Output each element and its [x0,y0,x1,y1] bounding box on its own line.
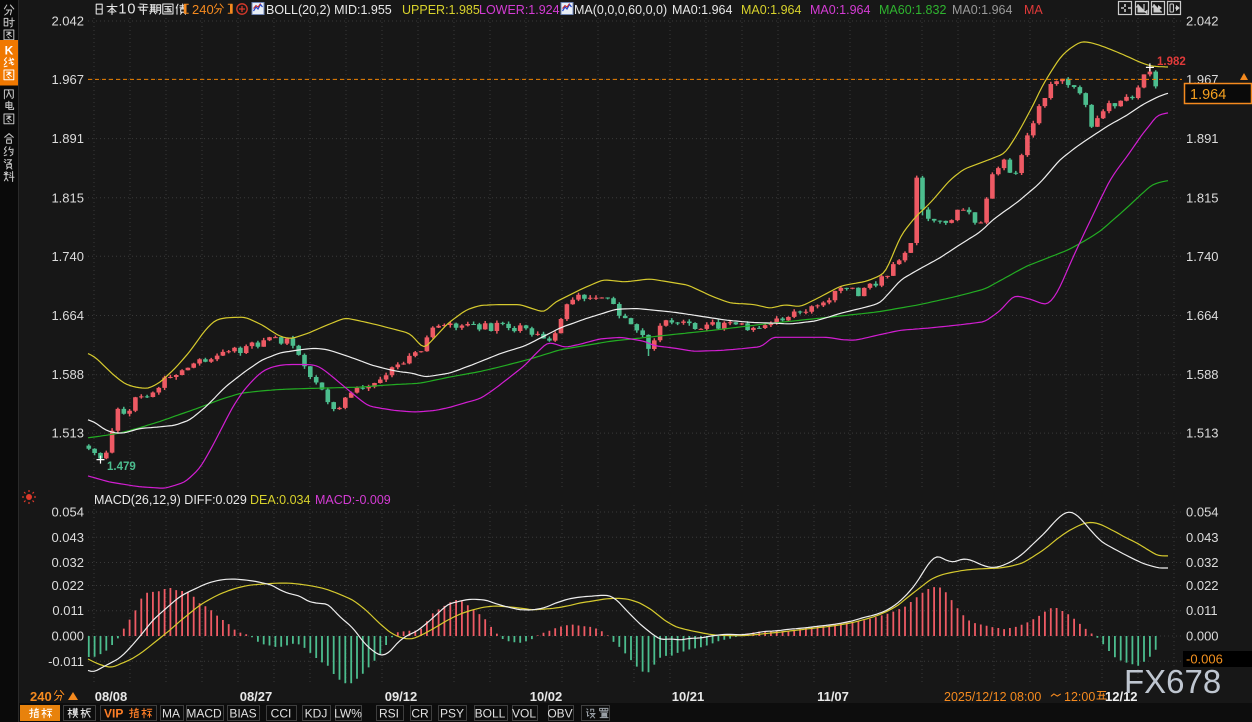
svg-text:MA0:1.964: MA0:1.964 [672,3,733,17]
svg-text:VIP: VIP [104,707,123,721]
svg-text:LOWER:1.924: LOWER:1.924 [479,3,560,17]
svg-text:09/12: 09/12 [385,689,418,704]
svg-text:0.022: 0.022 [51,578,84,593]
svg-text:BOLL(20,2) MID:1.955: BOLL(20,2) MID:1.955 [266,3,392,17]
svg-text:UPPER:1.985: UPPER:1.985 [402,3,480,17]
svg-text:11/07: 11/07 [817,689,849,704]
svg-text:OBV: OBV [547,707,572,721]
svg-text:1.815: 1.815 [1186,190,1219,205]
svg-text:1.588: 1.588 [51,367,84,382]
svg-text:1.664: 1.664 [1186,308,1219,323]
svg-text:1.664: 1.664 [51,308,84,323]
svg-text:K: K [5,44,14,58]
svg-text:MACD: MACD [186,707,222,721]
svg-text:2.042: 2.042 [51,14,84,29]
svg-text:1.479: 1.479 [107,461,136,473]
svg-text:1.815: 1.815 [51,190,84,205]
svg-text:240: 240 [30,689,52,704]
svg-text:1: 1 [118,2,126,18]
svg-text:0.032: 0.032 [51,555,84,570]
svg-text:240: 240 [192,2,214,17]
svg-text:0.011: 0.011 [52,603,84,618]
svg-text:LW%: LW% [334,707,362,721]
svg-text:PSY: PSY [440,707,464,721]
svg-text:08/08: 08/08 [95,689,128,704]
svg-text:0.000: 0.000 [1186,629,1219,644]
svg-text:0.043: 0.043 [1186,530,1219,545]
svg-text:-0.011: -0.011 [48,654,84,669]
svg-text:RSI: RSI [379,707,399,721]
svg-text:MA0:1.964: MA0:1.964 [952,3,1013,17]
svg-text:BOLL: BOLL [475,707,506,721]
svg-text:1.588: 1.588 [1186,367,1219,382]
svg-text:1.513: 1.513 [51,426,84,441]
svg-text:CR: CR [411,707,429,721]
svg-text:BIAS: BIAS [229,707,256,721]
svg-text:1.964: 1.964 [1190,87,1226,103]
svg-text:MA0:1.964: MA0:1.964 [741,3,802,17]
svg-text:2025/12/12 08:00: 2025/12/12 08:00 [944,690,1041,704]
svg-text:MACD:-0.009: MACD:-0.009 [315,493,391,507]
svg-text:1.967: 1.967 [51,72,84,87]
svg-text:0: 0 [127,2,135,18]
svg-text:0.054: 0.054 [1186,505,1219,520]
svg-text:CCI: CCI [271,707,292,721]
svg-text:0.043: 0.043 [51,530,84,545]
svg-text:1.891: 1.891 [51,131,84,146]
svg-text:2.042: 2.042 [1186,14,1219,29]
svg-text:MA: MA [162,707,180,721]
svg-text:12:00: 12:00 [1064,690,1095,704]
svg-text:10/02: 10/02 [530,689,563,704]
svg-text:FX678: FX678 [1124,663,1221,700]
svg-text:MA(0,0,0,60,0,0): MA(0,0,0,60,0,0) [574,3,667,17]
svg-text:1.891: 1.891 [1186,131,1219,146]
svg-text:DEA:0.034: DEA:0.034 [250,493,311,507]
svg-text:1.740: 1.740 [51,249,84,264]
svg-text:0.000: 0.000 [51,629,84,644]
svg-text:MA: MA [1024,3,1043,17]
svg-text:1.982: 1.982 [1157,56,1186,68]
svg-text:KDJ: KDJ [305,707,328,721]
svg-text:1.740: 1.740 [1186,249,1219,264]
svg-text:0.054: 0.054 [51,505,84,520]
svg-text:MA0:1.964: MA0:1.964 [810,3,871,17]
svg-text:08/27: 08/27 [240,689,273,704]
svg-text:10/21: 10/21 [672,689,705,704]
svg-text:VOL: VOL [512,707,536,721]
svg-text:0.011: 0.011 [1186,603,1218,618]
svg-text:0.032: 0.032 [1186,555,1219,570]
svg-text:0.022: 0.022 [1186,578,1219,593]
svg-text:MA60:1.832: MA60:1.832 [879,3,946,17]
svg-text:MACD(26,12,9) DIFF:0.029: MACD(26,12,9) DIFF:0.029 [94,493,247,507]
svg-text:1.513: 1.513 [1186,426,1219,441]
